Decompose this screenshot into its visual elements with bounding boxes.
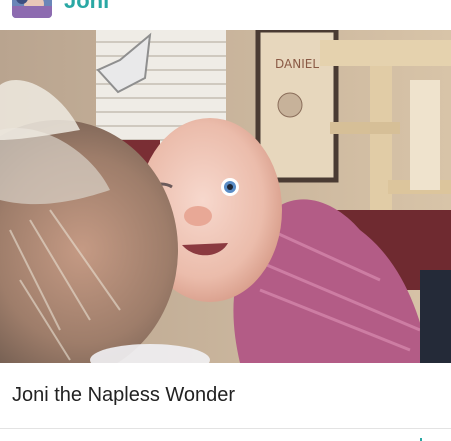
post-caption: Joni the Napless Wonder <box>12 384 236 406</box>
poster-sign-text: DANIEL <box>275 57 319 71</box>
post-header: Joni <box>0 0 451 30</box>
author-username[interactable]: Joni <box>64 0 109 12</box>
footer-divider <box>0 428 451 429</box>
author-avatar[interactable] <box>12 0 52 18</box>
profile-photo-icon <box>12 0 52 18</box>
post-photo[interactable]: DANIEL <box>0 30 451 363</box>
